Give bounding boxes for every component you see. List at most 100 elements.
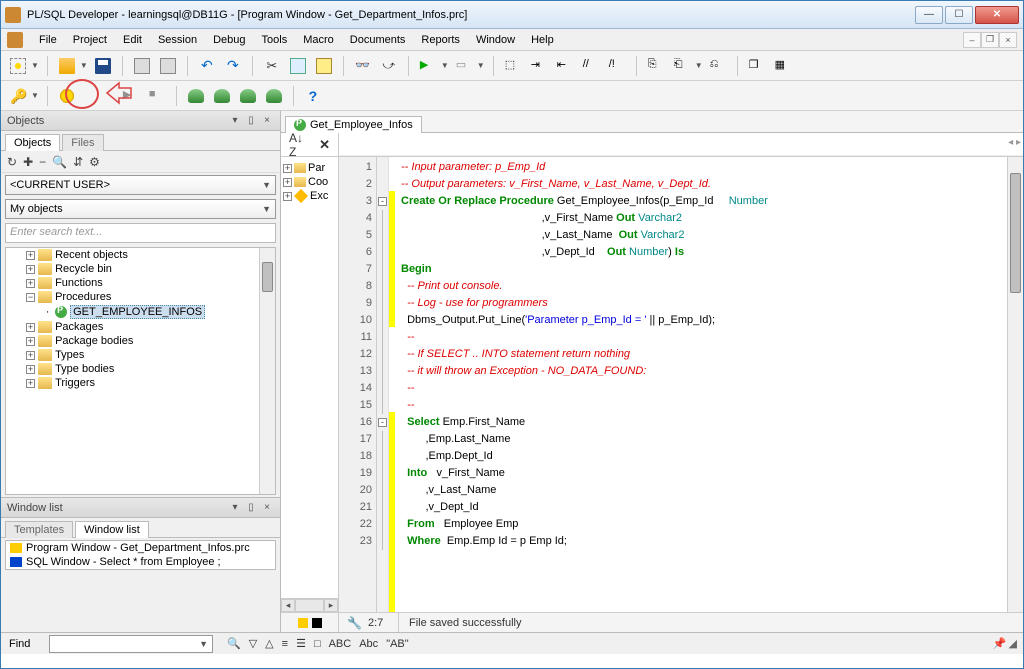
code-line[interactable]: ,v_Dept_Id [401, 499, 1001, 516]
tree-node[interactable]: +Triggers [20, 376, 275, 390]
execute-dropdown[interactable]: ▼ [441, 61, 449, 70]
code-line[interactable]: -- Input parameter: p_Emp_Id [401, 159, 1001, 176]
code-line[interactable]: ,Emp.Dept_Id [401, 448, 1001, 465]
line-gutter[interactable]: 1234567891011121314151617181920212223 [339, 157, 377, 612]
code-line[interactable]: Begin [401, 261, 1001, 278]
clear-icon[interactable]: ✕ [319, 137, 330, 153]
find-input[interactable]: ▼ [49, 635, 213, 653]
line-number[interactable]: 21 [339, 499, 372, 516]
code-line[interactable]: ,v_First_Name Out Varchar2 [401, 210, 1001, 227]
line-number[interactable]: 4 [339, 210, 372, 227]
copy-button[interactable] [287, 55, 309, 77]
line-number[interactable]: 1 [339, 159, 372, 176]
objects-tool-icon[interactable]: − [39, 155, 46, 169]
fold-toggle-icon[interactable]: - [378, 197, 387, 206]
paste-button[interactable] [313, 55, 335, 77]
tree-twisty-icon[interactable]: + [26, 365, 35, 374]
tree-node[interactable]: +Functions [20, 276, 275, 290]
find-tool-icon[interactable]: ☰ [296, 637, 306, 650]
menu-window[interactable]: Window [468, 32, 523, 48]
line-number[interactable]: 6 [339, 244, 372, 261]
menu-session[interactable]: Session [150, 32, 205, 48]
line-number[interactable]: 5 [339, 227, 372, 244]
close-button[interactable]: ✕ [975, 6, 1019, 24]
structure-tree[interactable]: +Par+Coo+Exc ◂▸ [281, 157, 339, 612]
objects-tool-icon[interactable]: ✚ [23, 155, 33, 169]
help-button[interactable]: ? [302, 85, 324, 107]
step-into-button[interactable] [237, 85, 259, 107]
run-button[interactable]: ▶ [120, 85, 142, 107]
mdi-minimize-button[interactable]: – [963, 32, 981, 48]
line-number[interactable]: 11 [339, 329, 372, 346]
structure-item[interactable]: +Coo [283, 175, 336, 189]
line-number[interactable]: 15 [339, 397, 372, 414]
find-tool-icon[interactable]: 🔍 [227, 637, 241, 650]
find-button[interactable]: 👓 [352, 55, 374, 77]
mdi-app-icon[interactable] [7, 32, 23, 48]
tree-node[interactable]: +Recycle bin [20, 262, 275, 276]
uncomment-button[interactable]: /! [606, 55, 628, 77]
line-number[interactable]: 22 [339, 516, 372, 533]
editor-vscrollbar[interactable] [1007, 157, 1023, 612]
code-line[interactable]: Dbms_Output.Put_Line('Parameter p_Emp_Id… [401, 312, 1001, 329]
mdi-restore-button[interactable]: ❐ [981, 32, 999, 48]
structure-item[interactable]: +Par [283, 161, 336, 175]
menu-reports[interactable]: Reports [413, 32, 468, 48]
tree-node[interactable]: +Packages [20, 320, 275, 334]
objects-tool-icon[interactable]: ⇵ [73, 155, 83, 169]
find-tool-icon[interactable]: ≡ [282, 638, 288, 650]
search-input[interactable]: Enter search text... [5, 223, 276, 243]
tool-c-button[interactable]: ⎌ [707, 55, 729, 77]
find-next-button[interactable]: ⤻ [378, 55, 400, 77]
twisty-icon[interactable]: + [283, 164, 292, 173]
find-tool-icon[interactable]: "AB" [386, 638, 408, 650]
code-editor[interactable]: -- Input parameter: p_Emp_Id-- Output pa… [395, 157, 1007, 612]
resize-grip-icon[interactable]: ◢ [1009, 637, 1017, 650]
explain-button[interactable]: ▭ [453, 55, 475, 77]
fold-toggle-icon[interactable]: - [378, 418, 387, 427]
step-out-button[interactable] [263, 85, 285, 107]
code-line[interactable]: ,v_Last_Name [401, 482, 1001, 499]
filter-dropdown[interactable]: My objects▼ [5, 199, 276, 219]
tree-twisty-icon[interactable]: + [26, 337, 35, 346]
menu-macro[interactable]: Macro [295, 32, 342, 48]
mdi-close-button[interactable]: × [999, 32, 1017, 48]
code-line[interactable]: -- it will throw an Exception - NO_DATA_… [401, 363, 1001, 380]
tree-twisty-icon[interactable]: − [26, 293, 35, 302]
code-line[interactable]: Where Emp.Emp Id = p Emp Id; [401, 533, 1001, 550]
line-number[interactable]: 19 [339, 465, 372, 482]
menu-debug[interactable]: Debug [205, 32, 253, 48]
line-number[interactable]: 16 [339, 414, 372, 431]
menu-file[interactable]: File [31, 32, 65, 48]
minimize-button[interactable]: — [915, 6, 943, 24]
tree-node[interactable]: ·GET_EMPLOYEE_INFOS [34, 304, 275, 320]
save-button[interactable] [92, 55, 114, 77]
line-number[interactable]: 14 [339, 380, 372, 397]
tile-button[interactable]: ▦ [772, 55, 794, 77]
code-line[interactable]: -- [401, 397, 1001, 414]
objects-tool-icon[interactable]: 🔍 [52, 155, 67, 169]
editor-nav-bar[interactable]: ◂ ▸ [339, 133, 1023, 156]
objects-tool-icon[interactable]: ⚙ [89, 155, 100, 169]
stop-button[interactable]: ■ [146, 85, 168, 107]
twisty-icon[interactable]: + [283, 192, 292, 201]
mini-tree-hscroll[interactable]: ◂▸ [281, 598, 338, 612]
cascade-button[interactable]: ❐ [746, 55, 768, 77]
code-line[interactable]: -- [401, 329, 1001, 346]
tree-node[interactable]: −Procedures [20, 290, 275, 304]
menu-help[interactable]: Help [523, 32, 562, 48]
structure-item[interactable]: +Exc [283, 189, 336, 203]
indent-button[interactable]: ⇥ [528, 55, 550, 77]
print-setup-button[interactable] [157, 55, 179, 77]
tab-templates[interactable]: Templates [5, 521, 73, 538]
code-line[interactable]: ,v_Last_Name Out Varchar2 [401, 227, 1001, 244]
menu-edit[interactable]: Edit [115, 32, 150, 48]
undo-button[interactable]: ↶ [196, 55, 218, 77]
find-history-dropdown[interactable]: ▼ [195, 639, 212, 649]
line-number[interactable]: 23 [339, 533, 372, 550]
maximize-button[interactable]: ☐ [945, 6, 973, 24]
tree-twisty-icon[interactable]: + [26, 279, 35, 288]
line-number[interactable]: 13 [339, 363, 372, 380]
menu-documents[interactable]: Documents [342, 32, 414, 48]
find-tool-icon[interactable]: △ [265, 637, 273, 650]
